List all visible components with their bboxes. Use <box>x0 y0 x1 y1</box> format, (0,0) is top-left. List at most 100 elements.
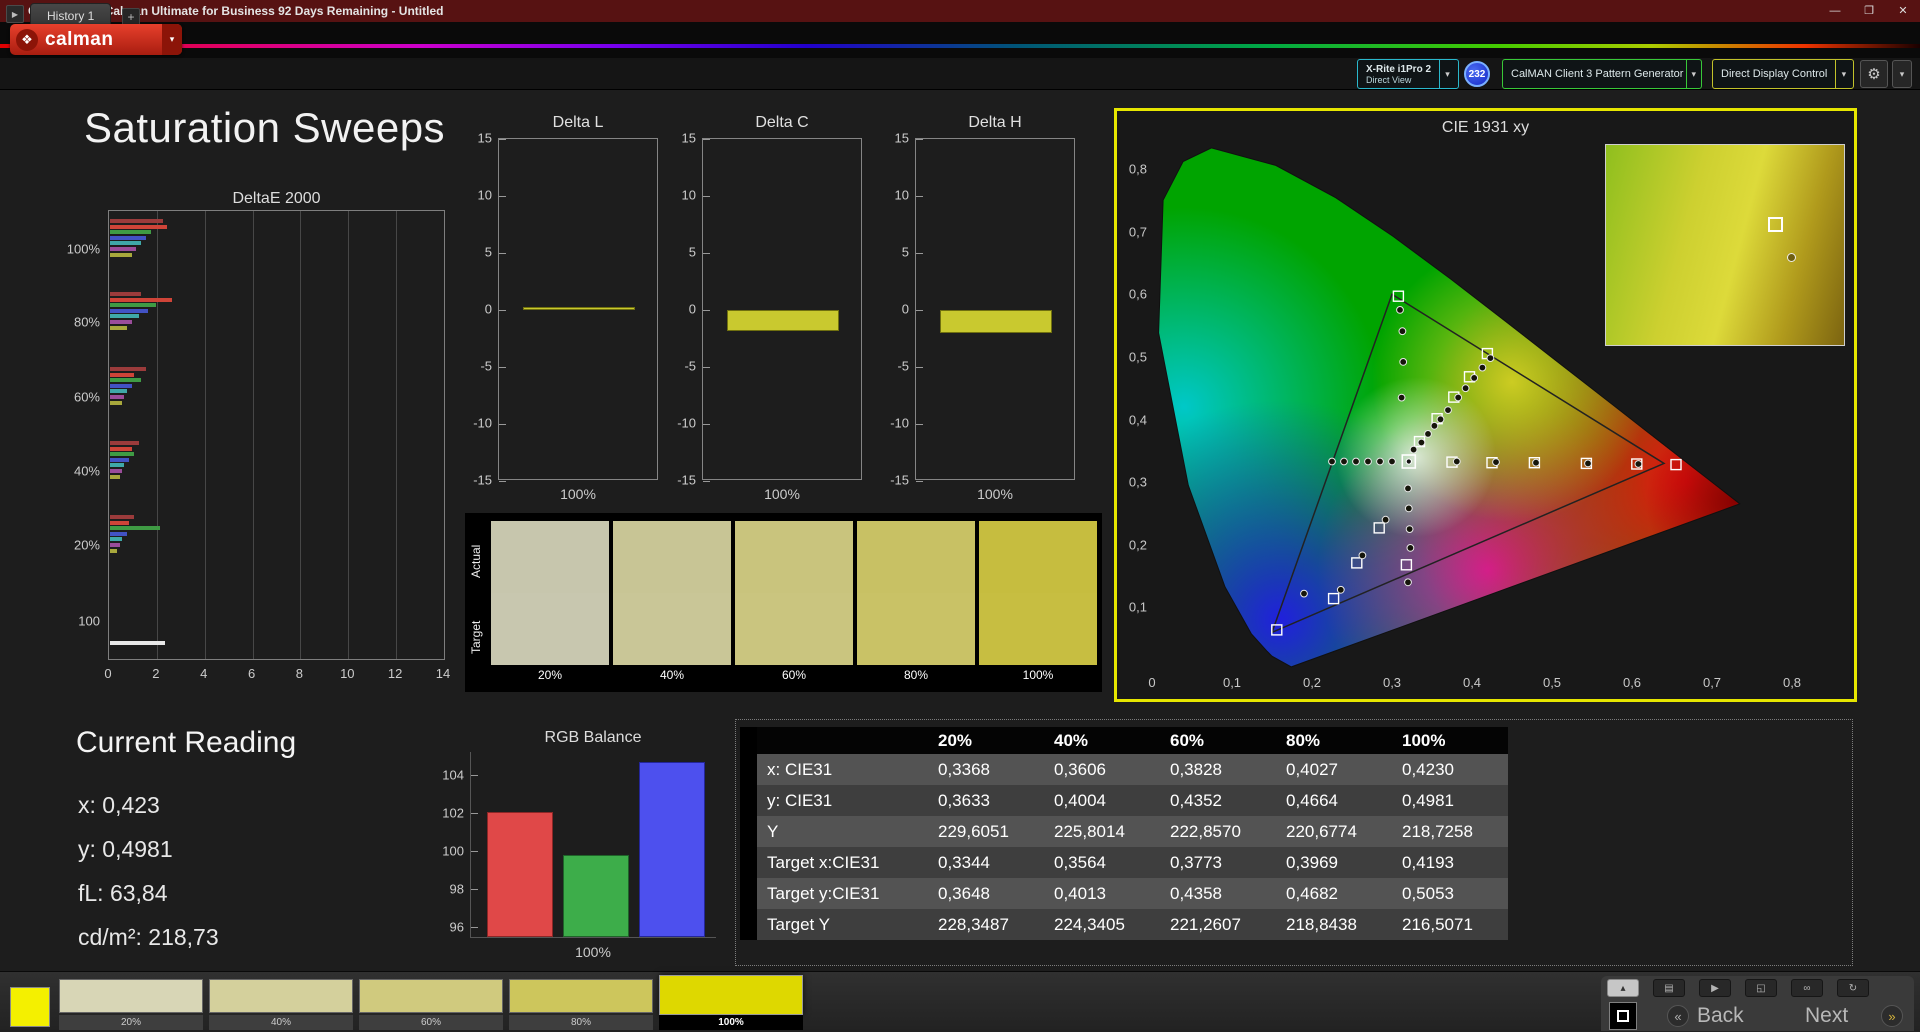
close-button[interactable]: ✕ <box>1886 0 1920 22</box>
repeat-icon[interactable]: ↻ <box>1837 979 1869 997</box>
deltae-bar <box>110 320 132 324</box>
cie-measurement-dot <box>1399 358 1408 366</box>
deltae-bar <box>110 543 120 547</box>
target-swatch <box>857 593 975 665</box>
corner-cell <box>757 727 928 754</box>
cell-value: 228,3487 <box>938 914 1009 934</box>
chevron-down-icon[interactable]: ▾ <box>1892 60 1912 88</box>
next-chevron-icon[interactable]: » <box>1881 1005 1903 1027</box>
cie-measurement-dot <box>1430 421 1439 430</box>
chevron-down-icon[interactable]: ▾ <box>1685 60 1701 88</box>
axis-tick-label: 20% <box>73 537 100 553</box>
deltae-bar <box>110 526 161 531</box>
pattern-swatch-40%[interactable] <box>209 979 353 1013</box>
pattern-swatch-label: 80% <box>509 1015 653 1030</box>
swatch-label: 40% <box>659 668 685 682</box>
rgb-y-axis: 104 102 100 98 96 <box>422 752 464 938</box>
pattern-generator-dropdown[interactable]: CalMAN Client 3 Pattern Generator ▾ <box>1502 59 1702 89</box>
deltae-bar <box>110 372 134 377</box>
pattern-swatch-label: 20% <box>59 1015 203 1030</box>
cie-measurement-dot <box>1396 306 1404 314</box>
deltae-bar <box>110 531 127 536</box>
tick-mark <box>916 196 923 197</box>
next-button[interactable]: Next <box>1805 1004 1848 1028</box>
cie-measurement-dot <box>1376 457 1384 466</box>
actual-swatch <box>491 521 609 593</box>
chevron-down-icon[interactable]: ▾ <box>1835 60 1851 88</box>
link-icon[interactable]: ∞ <box>1791 979 1823 997</box>
axis-label: 100% <box>764 486 800 502</box>
cie-measurement-dot <box>1470 374 1479 382</box>
axis-tick-label: 0 <box>901 301 909 317</box>
chevron-down-icon[interactable]: ▾ <box>162 24 182 55</box>
axis-tick-label: 0,3 <box>1128 474 1147 490</box>
meter-dropdown[interactable]: X-Rite i1Pro 2 Direct View ▾ <box>1357 59 1459 89</box>
delete-icon[interactable]: ▤ <box>1653 979 1685 997</box>
cie-measurement-dot <box>1478 363 1487 372</box>
column-header: 40% <box>1054 730 1089 750</box>
axis-tick-label: 15 <box>477 130 492 146</box>
tick-mark <box>499 139 506 140</box>
calman-menu-button[interactable]: ❖ calman ▾ <box>10 24 182 55</box>
actual-row-label: Actual <box>469 544 483 578</box>
delta-bar <box>523 306 635 310</box>
column-header: 100% <box>1402 730 1446 750</box>
tick-mark <box>916 367 923 368</box>
play-icon[interactable]: ▶ <box>1699 979 1731 997</box>
back-chevron-icon[interactable]: « <box>1667 1005 1689 1027</box>
cie-measurement-dot <box>1404 484 1412 493</box>
deltae-chart-plot <box>108 210 445 660</box>
chevron-down-icon[interactable]: ▾ <box>1439 60 1455 88</box>
axis-tick-label: 0,4 <box>1462 675 1482 690</box>
gridline <box>300 211 302 659</box>
stop-pattern-button[interactable] <box>1609 1002 1637 1030</box>
axis-tick-label: 0,6 <box>1622 675 1642 690</box>
table-row: Target y:CIE31 0,3648 0,4013 0,4358 0,4682 0,… <box>757 878 1508 909</box>
cell-value: 0,3773 <box>1170 852 1222 872</box>
pattern-swatch-100%[interactable] <box>659 975 803 1015</box>
axis-tick-label: 0 <box>104 666 112 681</box>
cie-measurement-dot <box>1634 460 1643 468</box>
collapse-icon[interactable]: ▴ <box>1607 979 1639 997</box>
pattern-swatch-20%[interactable] <box>59 979 203 1013</box>
panel-expander-icon[interactable]: ▶ <box>6 5 24 23</box>
maximize-button[interactable]: ❐ <box>1852 0 1886 22</box>
reading-cdm2: cd/m²: 218,73 <box>78 924 219 950</box>
rainbow-divider <box>0 44 1920 48</box>
tick-mark <box>499 481 506 482</box>
cell-value: 0,3606 <box>1054 759 1106 779</box>
axis-tick-label: 40% <box>73 463 100 479</box>
calman-emblem-icon: ❖ <box>16 28 38 51</box>
cell-value: 0,3633 <box>938 790 990 810</box>
tick-mark <box>499 424 506 425</box>
axis-tick-label: 0,5 <box>1128 349 1147 365</box>
cell-value: 220,6774 <box>1286 821 1357 841</box>
cie-measurement-dot <box>1424 430 1432 438</box>
bottom-bar: 20% 40% 60% 80% 100% ▴ ▤ ▶ ◱ ∞ ↻ « Back Next… <box>0 971 1920 1032</box>
cell-value: 222,8570 <box>1170 821 1241 841</box>
tick-mark <box>703 367 710 368</box>
rgb-bar-red <box>487 811 553 937</box>
cie-measurement-dot <box>1417 438 1426 447</box>
axis-tick-label: 15 <box>681 130 696 146</box>
meter-mode: Direct View <box>1366 74 1412 85</box>
minimize-button[interactable]: — <box>1818 0 1852 22</box>
deltae-bar <box>110 292 142 296</box>
measurement-table: 20% 40% 60% 80% 100% x: CIE31 0,3368 0,3606 0,38… <box>757 727 1508 940</box>
axis-tick-label: -5 <box>897 358 909 374</box>
gear-icon[interactable]: ⚙ <box>1860 60 1888 88</box>
axis-tick-label: -15 <box>473 472 492 488</box>
delta-bar <box>940 310 1052 333</box>
tick-mark <box>916 139 923 140</box>
table-left-strip <box>740 727 757 940</box>
pattern-generator-label: CalMAN Client 3 Pattern Generator <box>1511 68 1684 80</box>
resize-icon[interactable]: ◱ <box>1745 979 1777 997</box>
pattern-swatch-80%[interactable] <box>509 979 653 1013</box>
axis-tick-label: 102 <box>442 805 464 821</box>
back-button[interactable]: Back <box>1697 1004 1744 1028</box>
axis-tick-label: 0,7 <box>1128 224 1147 240</box>
axis-tick-label: 98 <box>449 881 464 897</box>
pattern-swatch-60%[interactable] <box>359 979 503 1013</box>
deltae-bar <box>110 548 118 553</box>
display-control-dropdown[interactable]: Direct Display Control ▾ <box>1712 59 1854 89</box>
